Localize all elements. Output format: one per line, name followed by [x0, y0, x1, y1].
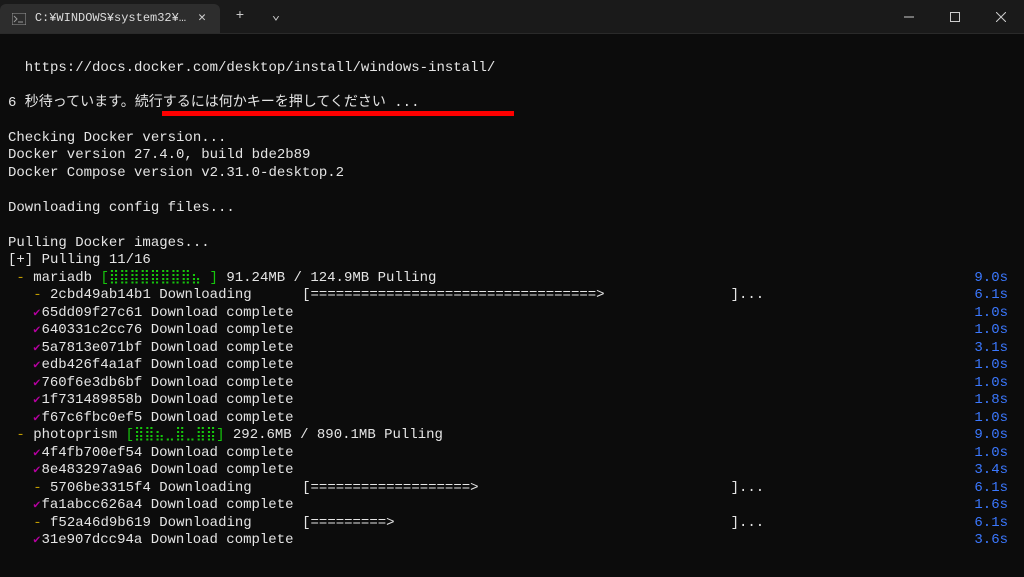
tab-close-button[interactable]: ✕ — [196, 10, 208, 26]
wait-line: 6 秒待っています。続行するには何かキーを押してください ... — [8, 95, 1016, 113]
window-controls — [886, 0, 1024, 33]
docker-version-line: Docker version 27.4.0, build bde2b89 — [8, 147, 1016, 165]
terminal-window: C:¥WINDOWS¥system32¥cmd ✕ + ⌄ https://do… — [0, 0, 1024, 577]
minimize-button[interactable] — [886, 0, 932, 33]
tab-title: C:¥WINDOWS¥system32¥cmd — [35, 11, 188, 26]
tabs-area: C:¥WINDOWS¥system32¥cmd ✕ + ⌄ — [0, 0, 886, 33]
layer-row: - 2cbd49ab14b1 Downloading [============… — [8, 287, 1016, 305]
titlebar: C:¥WINDOWS¥system32¥cmd ✕ + ⌄ — [0, 0, 1024, 34]
close-button[interactable] — [978, 0, 1024, 33]
check-icon: ✔ — [33, 411, 40, 426]
image-row: - mariadb [⣿⣿⣿⣿⣿⣿⣿⣿⣦ ] 91.24MB / 124.9MB… — [8, 270, 1016, 288]
layer-row: ✔5a7813e071bf Download complete 3.1s — [8, 340, 1016, 358]
check-icon: ✔ — [33, 533, 40, 548]
cmd-icon — [12, 11, 27, 27]
check-icon: ✔ — [33, 498, 40, 513]
check-icon: ✔ — [33, 323, 40, 338]
layer-row: ✔31e907dcc94a Download complete 3.6s — [8, 532, 1016, 550]
annotation-underline — [162, 111, 514, 116]
layer-row: ✔1f731489858b Download complete 1.8s — [8, 392, 1016, 410]
new-tab-button[interactable]: + — [224, 3, 256, 31]
layer-row: ✔760f6e3db6bf Download complete 1.0s — [8, 375, 1016, 393]
check-icon: ✔ — [33, 358, 40, 373]
layer-row: ✔8e483297a9a6 Download complete 3.4s — [8, 462, 1016, 480]
layer-row: ✔4f4fb700ef54 Download complete 1.0s — [8, 445, 1016, 463]
check-icon: ✔ — [33, 341, 40, 356]
tab-cmd[interactable]: C:¥WINDOWS¥system32¥cmd ✕ — [0, 4, 220, 33]
terminal-output[interactable]: https://docs.docker.com/desktop/install/… — [0, 34, 1024, 577]
layer-row: - f52a46d9b619 Downloading [=========> ]… — [8, 515, 1016, 533]
check-icon: ✔ — [33, 463, 40, 478]
pulling-header-line: Pulling Docker images... — [8, 235, 1016, 253]
tab-dropdown-button[interactable]: ⌄ — [260, 3, 292, 31]
check-icon: ✔ — [33, 393, 40, 408]
layer-row: ✔fa1abcc626a4 Download complete 1.6s — [8, 497, 1016, 515]
pulling-count-line: [+] Pulling 11/16 — [8, 252, 1016, 270]
layer-row: ✔f67c6fbc0ef5 Download complete 1.0s — [8, 410, 1016, 428]
layer-row: ✔640331c2cc76 Download complete 1.0s — [8, 322, 1016, 340]
maximize-button[interactable] — [932, 0, 978, 33]
checking-line: Checking Docker version... — [8, 130, 1016, 148]
check-icon: ✔ — [33, 306, 40, 321]
layer-row: ✔edb426f4a1af Download complete 1.0s — [8, 357, 1016, 375]
downloading-config-line: Downloading config files... — [8, 200, 1016, 218]
check-icon: ✔ — [33, 376, 40, 391]
url-line: https://docs.docker.com/desktop/install/… — [8, 60, 1016, 78]
tab-actions: + ⌄ — [220, 0, 296, 33]
layer-row: ✔65dd09f27c61 Download complete 1.0s — [8, 305, 1016, 323]
layer-row: - 5706be3315f4 Downloading [============… — [8, 480, 1016, 498]
image-row: - photoprism [⣿⣿⣦⣀⣿⣀⣿⣿] 292.6MB / 890.1M… — [8, 427, 1016, 445]
compose-version-line: Docker Compose version v2.31.0-desktop.2 — [8, 165, 1016, 183]
check-icon: ✔ — [33, 446, 40, 461]
